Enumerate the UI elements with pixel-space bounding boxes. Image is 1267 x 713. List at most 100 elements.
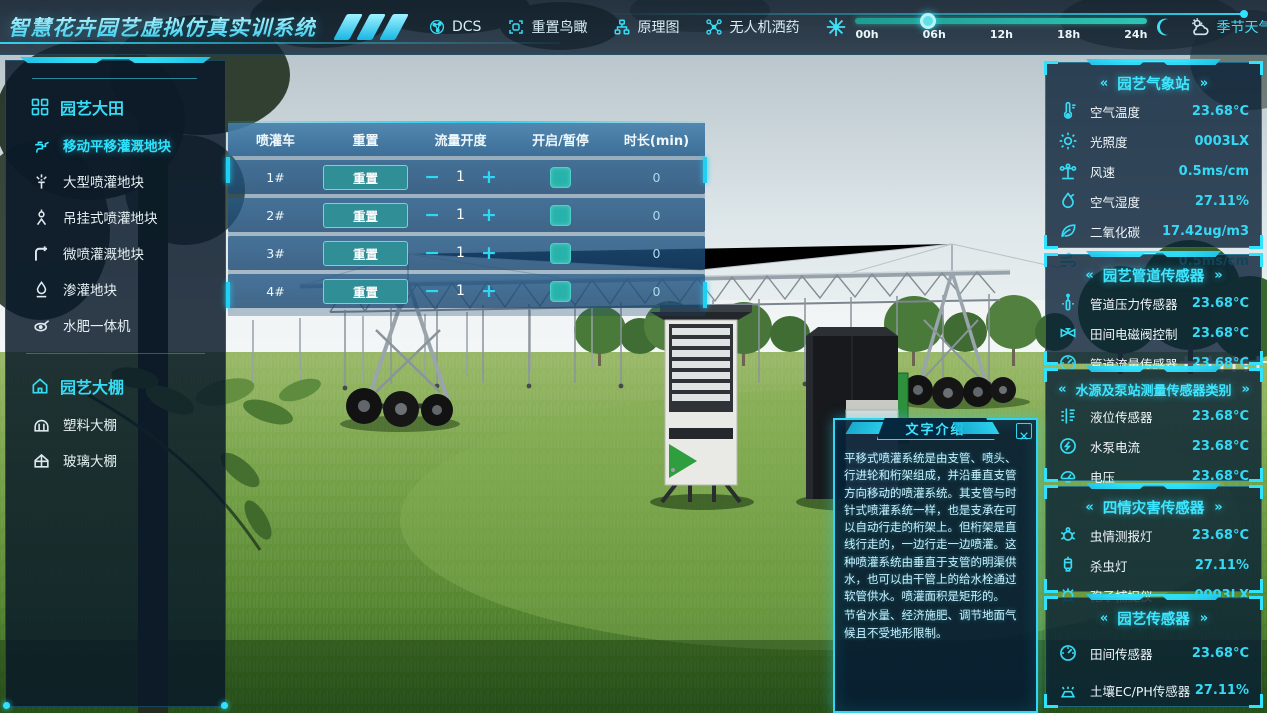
panel-title: « 园艺传感器 » (1046, 604, 1261, 631)
cart-id: 3# (228, 246, 323, 261)
popup-body-text: 平移式喷灌系统是由支管、喷头、行进轮和桁架组成，并沿垂直支管方向移动的喷灌系统。… (835, 444, 1036, 650)
slider-track[interactable] (855, 18, 1147, 24)
sidebar-section-greenhouse[interactable]: 园艺大棚 (6, 366, 225, 406)
panel-next-arrow[interactable]: » (1200, 611, 1207, 626)
edge-accent (703, 157, 707, 183)
sensor-row: 光照度0003LX (1046, 126, 1261, 156)
sidebar-item-micro-spray[interactable]: 微喷灌溉地块 (6, 235, 225, 271)
panel-next-arrow[interactable]: » (1242, 382, 1249, 397)
nav-button-drone-spray[interactable]: 无人机洒药 (705, 17, 799, 37)
duration-value: 0 (608, 246, 705, 261)
flow-minus-button[interactable]: − (424, 282, 440, 301)
hanging-person-icon (32, 208, 51, 227)
panel-top-decor (1086, 594, 1221, 600)
solenoid-valve-icon (1058, 323, 1078, 343)
panel-prev-arrow[interactable]: « (1100, 611, 1107, 626)
edge-accent (226, 157, 230, 183)
insect-killer-lamp-icon (1058, 555, 1078, 575)
sidebar-item-plastic-greenhouse[interactable]: 塑料大棚 (6, 406, 225, 442)
flow-plus-button[interactable]: + (481, 168, 497, 187)
flow-minus-button[interactable]: − (424, 244, 440, 263)
panel-disaster-sensors: « 四情灾害传感器 » 虫情测报灯23.68°C 杀虫灯27.11% 孢子捕捉仪… (1045, 486, 1262, 592)
soil-ecph-sensor-icon (1058, 680, 1078, 700)
liquid-level-icon (1058, 406, 1078, 426)
flow-minus-button[interactable]: − (424, 168, 440, 187)
sidebar-item-large-sprinkler[interactable]: 大型喷灌地块 (6, 163, 225, 199)
panel-horticulture-sensors: « 园艺传感器 » 田间传感器23.68°C 土壤EC/PH传感器27.11% (1045, 597, 1262, 707)
panel-next-arrow[interactable]: » (1200, 76, 1207, 91)
panel-next-arrow[interactable]: » (1214, 500, 1221, 515)
nav-button-dcs[interactable]: DCS (428, 18, 481, 36)
control-table-header: 喷灌车重置流量开度开启/暂停时长(min) (228, 123, 705, 156)
panel-title: « 园艺管道传感器 » (1046, 261, 1261, 288)
flow-plus-button[interactable]: + (481, 206, 497, 225)
panel-top-line (228, 121, 705, 123)
reset-button[interactable]: 重置 (323, 203, 408, 228)
start-pause-checkbox[interactable] (550, 243, 571, 264)
start-pause-checkbox[interactable] (550, 281, 571, 302)
sidebar-item-hanging-sprinkler[interactable]: 吊挂式喷灌地块 (6, 199, 225, 235)
sidebar-corner-dot (3, 702, 10, 709)
app-title: 智慧花卉园艺虚拟仿真实训系统 (8, 12, 316, 42)
sun-icon (1058, 131, 1078, 151)
duration-value: 0 (608, 208, 705, 223)
flow-plus-button[interactable]: + (481, 282, 497, 301)
popup-title-bar: 文字介绍 (835, 420, 1036, 444)
cloud-sun-icon (1189, 16, 1211, 38)
panel-pipeline-sensors: « 园艺管道传感器 » 管道压力传感器23.68°C 田间电磁阀控制23.68°… (1045, 254, 1262, 364)
field-sensor-icon (1058, 643, 1078, 663)
flow-plus-button[interactable]: + (481, 244, 497, 263)
duration-value: 0 (608, 284, 705, 299)
panel-weather-station: « 园艺气象站 » 空气温度23.68°C 光照度0003LX 风速0.5ms/… (1045, 62, 1262, 248)
sensor-row: 土壤EC/PH传感器27.11% (1046, 668, 1261, 705)
panel-prev-arrow[interactable]: « (1085, 500, 1092, 515)
machine-icon (32, 316, 51, 335)
panel-prev-arrow[interactable]: « (1100, 76, 1107, 91)
tunnel-icon (32, 415, 51, 434)
slider-tick-labels: 00h06h12h18h24h (855, 28, 1147, 41)
start-pause-checkbox[interactable] (550, 205, 571, 226)
popup-close-button[interactable] (1016, 423, 1032, 439)
humidity-icon (1058, 191, 1078, 211)
drip-icon (32, 280, 51, 299)
panel-top-decor (1086, 59, 1221, 65)
edge-accent (226, 282, 230, 308)
drone-icon (705, 18, 723, 36)
nav-button-schematic[interactable]: 原理图 (613, 17, 679, 37)
panel-top-decor (1086, 251, 1221, 257)
top-header-bar: 智慧花卉园艺虚拟仿真实训系统 DCS 重置鸟瞰 原理图 无人机洒药 00h06h… (0, 0, 1267, 55)
sensor-row: 田间电磁阀控制23.68°C (1046, 318, 1261, 348)
panel-prev-arrow[interactable]: « (1058, 382, 1065, 397)
house-icon (30, 376, 50, 396)
panel-next-arrow[interactable]: » (1214, 268, 1221, 283)
sensor-row: 杀虫灯27.11% (1046, 550, 1261, 580)
nav-button-reset-birdview[interactable]: 重置鸟瞰 (507, 17, 587, 37)
network-icon (428, 18, 446, 36)
sidebar-item-fertigation-machine[interactable]: 水肥一体机 (6, 307, 225, 343)
left-sidebar: 园艺大田 移动平移灌溉地块 大型喷灌地块 吊挂式喷灌地块 微喷灌溉地块 渗灌地块 (5, 60, 226, 707)
sidebar-item-glass-greenhouse[interactable]: 玻璃大棚 (6, 442, 225, 478)
sprinkler-icon (32, 172, 51, 191)
panel-prev-arrow[interactable]: « (1085, 268, 1092, 283)
flow-minus-button[interactable]: − (424, 206, 440, 225)
faucet-icon (32, 136, 51, 155)
sidebar-item-seepage-irrigation[interactable]: 渗灌地块 (6, 271, 225, 307)
sidebar-section-field[interactable]: 园艺大田 (6, 87, 225, 127)
sidebar-item-mobile-lateral-irrigation[interactable]: 移动平移灌溉地块 (6, 127, 225, 163)
sensor-row: 二氧化碳17.42ug/m3 (1046, 216, 1261, 246)
intro-paragraph: 平移式喷灌系统是由支管、喷头、行进轮和桁架组成，并沿垂直支管方向移动的喷灌系统。… (844, 450, 1027, 605)
reset-button[interactable]: 重置 (323, 279, 408, 304)
season-weather-button[interactable]: 季节天气 (1189, 16, 1267, 38)
slider-handle[interactable] (920, 13, 936, 29)
flow-value: 1 (456, 207, 465, 223)
voltage-icon (1058, 466, 1078, 486)
reset-button[interactable]: 重置 (323, 165, 408, 190)
pipe-icon (32, 244, 51, 263)
flow-value: 1 (456, 245, 465, 261)
sidebar-top-decor (20, 57, 211, 63)
app-window: 智慧花卉园艺虚拟仿真实训系统 DCS 重置鸟瞰 原理图 无人机洒药 00h06h… (0, 0, 1267, 713)
start-pause-checkbox[interactable] (550, 167, 571, 188)
moon-icon (1155, 17, 1175, 37)
panel-top-decor (1086, 366, 1221, 372)
reset-button[interactable]: 重置 (323, 241, 408, 266)
